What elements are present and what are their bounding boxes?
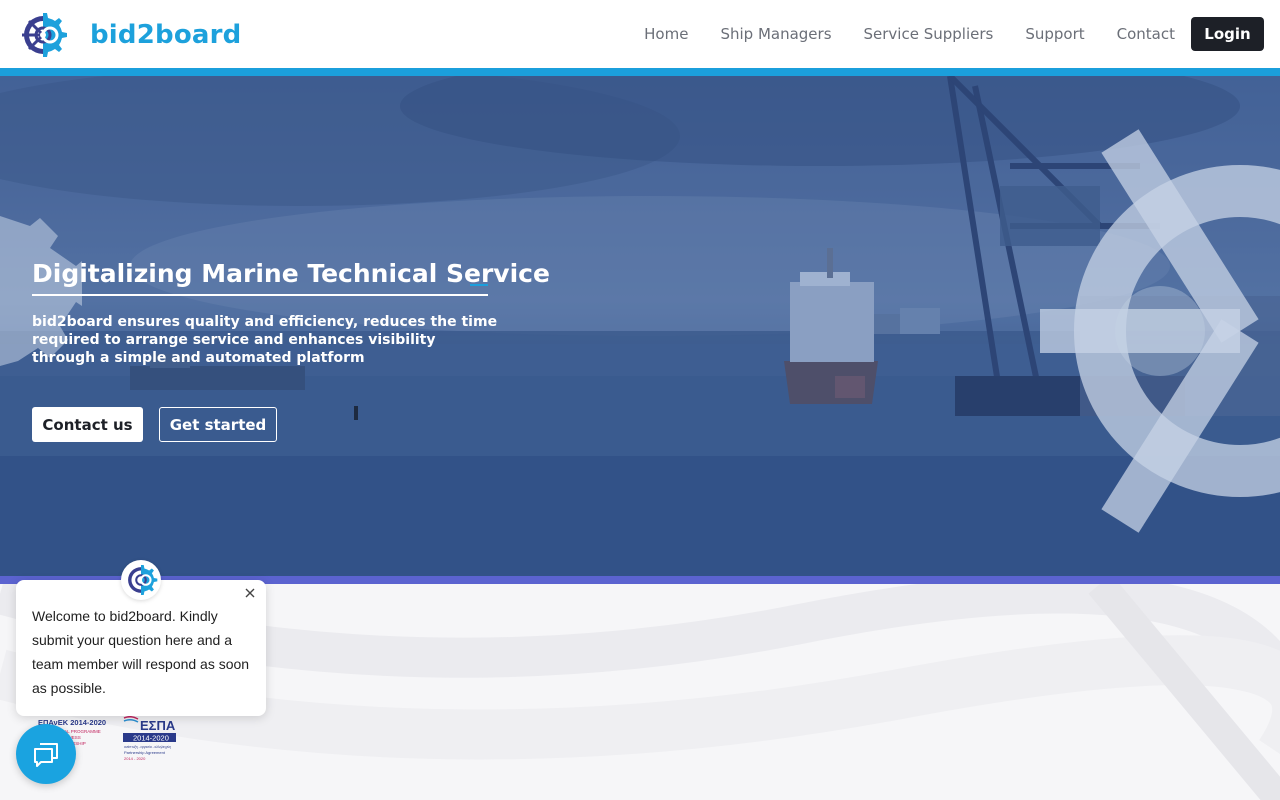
espa-logo-years: 2014-2020 bbox=[133, 734, 169, 743]
contact-us-button[interactable]: Contact us bbox=[32, 407, 143, 442]
nav-contact[interactable]: Contact bbox=[1117, 17, 1175, 51]
espa-logo-slogan: ανάπτυξη - εργασία - αλληλεγγύη bbox=[124, 745, 171, 749]
hero-title-accent bbox=[470, 284, 488, 286]
login-button[interactable]: Login bbox=[1191, 17, 1264, 51]
chat-welcome-popup[interactable]: Welcome to bid2board. Kindly submit your… bbox=[16, 580, 266, 716]
espa-logo-partnership: Partnership Agreement bbox=[124, 750, 166, 755]
main-nav: Home Ship Managers Service Suppliers Sup… bbox=[644, 17, 1264, 51]
chat-icon bbox=[34, 743, 58, 767]
ship-wheel-gear-icon bbox=[22, 13, 67, 57]
chat-launcher-button[interactable] bbox=[16, 724, 76, 784]
espa-logo-partnership-years: 2014 - 2020 bbox=[124, 756, 146, 761]
brand-name: bid2board bbox=[90, 20, 242, 50]
ship-wheel-gear-icon bbox=[128, 565, 158, 595]
chat-welcome-message: Welcome to bid2board. Kindly submit your… bbox=[32, 608, 250, 696]
nav-support[interactable]: Support bbox=[1025, 17, 1084, 51]
hero-section: Digitalizing Marine Technical Service bi… bbox=[0, 76, 1280, 576]
site-header: bid2board Home Ship Managers Service Sup… bbox=[0, 0, 1280, 68]
brand-logo[interactable]: bid2board bbox=[18, 10, 241, 60]
chat-agent-avatar bbox=[121, 560, 161, 600]
nav-ship-managers[interactable]: Ship Managers bbox=[720, 17, 831, 51]
nav-home[interactable]: Home bbox=[644, 17, 688, 51]
nav-service-suppliers[interactable]: Service Suppliers bbox=[864, 17, 994, 51]
hero-top-accent-bar bbox=[0, 68, 1280, 76]
hero-description: bid2board ensures quality and efficiency… bbox=[32, 314, 498, 366]
hero-title-underline bbox=[32, 294, 488, 296]
close-icon[interactable] bbox=[244, 586, 258, 600]
get-started-button[interactable]: Get started bbox=[159, 407, 277, 442]
espa-logo-title: ΕΣΠΑ bbox=[140, 718, 176, 733]
